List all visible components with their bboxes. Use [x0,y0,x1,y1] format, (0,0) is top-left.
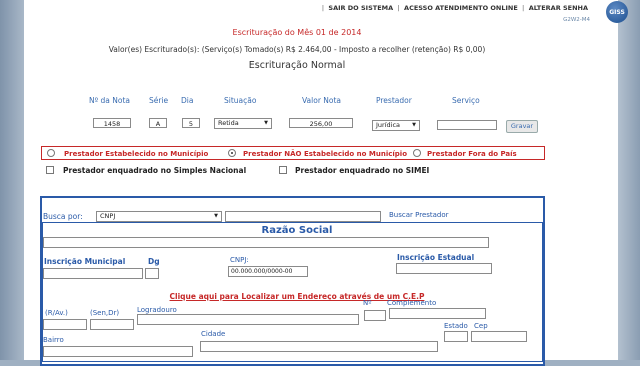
inscricao-estadual-label: Inscrição Estadual [397,253,475,262]
razao-social-input[interactable] [43,237,489,248]
page-title: Escrituração do Mês 01 de 2014 [232,28,362,37]
prestador-value: Jurídica [376,121,401,129]
serie-input[interactable]: A [149,118,167,128]
estado-input[interactable] [444,331,468,342]
header-valor: Valor Nota [302,96,342,105]
header-numero: Nº da Nota [89,96,131,105]
radio-estabelecido[interactable] [47,149,55,157]
gravar-button[interactable]: Gravar [506,120,538,133]
top-nav: | SAIR DO SISTEMA | ACESSO ATENDIMENTO O… [321,4,590,12]
logradouro-label: Logradouro [137,306,177,314]
situacao-value: Retida [218,119,239,127]
cnpj-label: CNPJ: [230,256,249,264]
simei-checkbox[interactable] [279,166,287,174]
header-situacao: Situação [224,96,257,105]
sendr-label: (Sen,Dr) [90,309,120,317]
inscricao-municipal-label: Inscrição Municipal [44,257,126,266]
bairro-label: Bairro [43,336,64,344]
chevron-down-icon: ▼ [412,122,416,128]
busca-label: Busca por: [43,212,83,221]
tipo-logradouro-input[interactable] [43,319,87,330]
ravl-label: (R/Av.) [45,309,68,317]
dg-label: Dg [148,257,160,266]
cep-link[interactable]: Clique aqui para Localizar um Endereço a… [0,292,594,301]
buscar-prestador-button[interactable]: Buscar Prestador [389,211,449,219]
alterar-senha-link[interactable]: ALTERAR SENHA [527,4,590,12]
dg-input[interactable] [145,268,159,279]
label-nao-estabelecido: Prestador NÃO Estabelecido no Município [243,150,407,158]
numero-input[interactable] [364,310,386,321]
inscricao-municipal-input[interactable] [43,268,143,279]
cep-label: Cep [474,322,488,330]
busca-tipo-select[interactable]: CNPJ ▼ [96,211,222,222]
inscricao-estadual-input[interactable] [396,263,492,274]
complemento-label: Complemento [387,299,437,307]
giss-logo-icon: GISS [606,1,628,23]
radio-nao-estabelecido[interactable] [228,149,236,157]
razao-social-label: Razão Social [261,225,333,236]
situacao-select[interactable]: Retida ▼ [214,118,272,129]
prestador-select[interactable]: Jurídica ▼ [372,120,420,131]
header-serie: Série [149,96,169,105]
simples-label: Prestador enquadrado no Simples Nacional [63,166,247,175]
summary-text: Valor(es) Escriturado(s): (Serviço(s) To… [108,45,486,54]
cep-input[interactable] [471,331,527,342]
numero-label: Nº [363,299,372,307]
busca-input[interactable] [225,211,381,222]
label-fora-pais: Prestador Fora do País [427,150,517,158]
logradouro-input[interactable] [137,314,359,325]
servico-input[interactable] [437,120,497,130]
subtitle: Escrituração Normal [248,60,346,71]
version-label: G2W2-M4 [563,17,590,23]
simei-label: Prestador enquadrado no SIMEI [295,166,430,175]
complemento-input[interactable] [389,308,486,319]
header-servico: Serviço [452,96,480,105]
valor-nota-input[interactable]: 256,00 [289,118,353,128]
cidade-label: Cidade [201,330,226,338]
cidade-input[interactable] [200,341,438,352]
bairro-input[interactable] [43,346,193,357]
header-dia: Dia [181,96,194,105]
numero-nota-input[interactable]: 1458 [93,118,131,128]
cnpj-input[interactable]: 00.000.000/0000-00 [228,266,308,277]
label-estabelecido: Prestador Estabelecido no Município [64,150,209,158]
busca-tipo-value: CNPJ [100,212,116,220]
simples-checkbox[interactable] [46,166,54,174]
titulo-logradouro-input[interactable] [90,319,134,330]
estado-label: Estado [444,322,468,330]
dia-input[interactable]: 5 [182,118,200,128]
chevron-down-icon: ▼ [214,213,218,219]
chevron-down-icon: ▼ [264,120,268,126]
sair-link[interactable]: SAIR DO SISTEMA [326,4,395,12]
acesso-online-link[interactable]: ACESSO ATENDIMENTO ONLINE [402,4,520,12]
header-prestador: Prestador [376,96,412,105]
radio-fora-pais[interactable] [413,149,421,157]
